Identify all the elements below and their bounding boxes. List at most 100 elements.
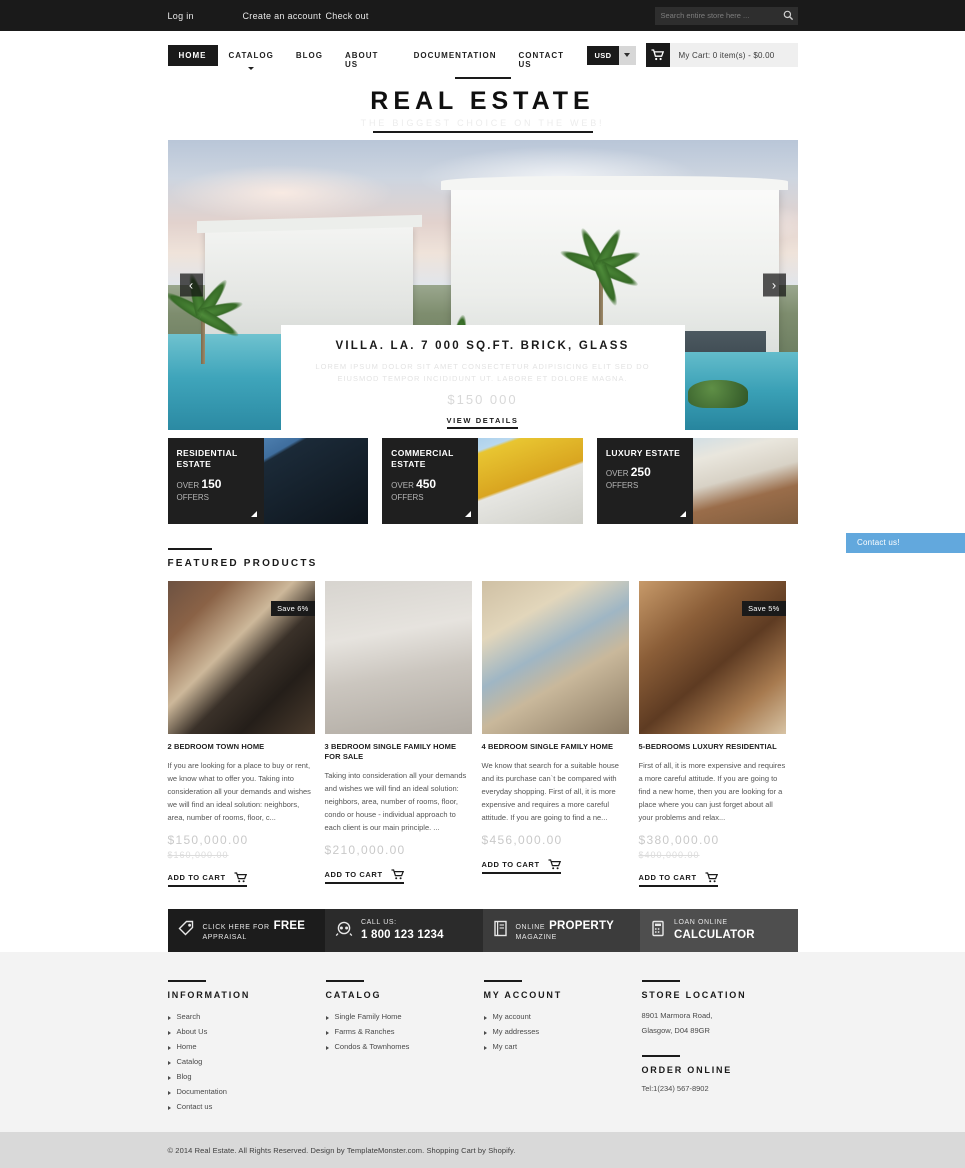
footer-link[interactable]: Contact us (177, 1102, 213, 1111)
hero-caption: VILLA. LA. 7 000 SQ.FT. BRICK, GLASS LOR… (280, 325, 685, 430)
category-offers: OVER 150 OFFERS (177, 477, 255, 503)
infobar-small-text: CALL US: (361, 919, 397, 927)
nav-item-documentation[interactable]: DOCUMENTATION (403, 45, 508, 66)
list-item: About Us (167, 1024, 326, 1039)
footer-link[interactable]: Condos & Townhomes (335, 1042, 410, 1051)
category-over-label: OVER (391, 480, 414, 490)
infobar-item-magazine[interactable]: ONLINE PROPERTY MAGAZINE (482, 909, 640, 953)
search-icon[interactable] (783, 10, 794, 21)
hero-caption-description: LOREM IPSUM DOLOR SIT AMET CONSECTETUR A… (315, 362, 650, 383)
footer-link[interactable]: My addresses (493, 1027, 540, 1036)
product-name[interactable]: 2 BEDROOM TOWN HOME (168, 742, 315, 752)
footer-link[interactable]: Documentation (177, 1087, 227, 1096)
section-rule (483, 980, 522, 983)
category-banner-commercial[interactable]: COMMERCIAL ESTATE OVER 450 OFFERS (382, 438, 583, 524)
magazine-icon (493, 920, 508, 942)
list-item: Contact us (167, 1099, 326, 1114)
product-card[interactable]: Save 6% 2 BEDROOM TOWN HOME If you are l… (167, 581, 315, 888)
site-logo[interactable]: REAL ESTATE THE BIGGEST CHOICE ON THE WE… (168, 71, 798, 133)
footer-link[interactable]: My cart (493, 1042, 518, 1051)
nav-item-home[interactable]: HOME (167, 44, 218, 66)
create-account-link[interactable]: Create an account (243, 11, 326, 21)
product-card[interactable]: Save 5% 5-BEDROOMS LUXURY RESIDENTIAL Fi… (638, 581, 786, 888)
shopping-cart-icon[interactable] (645, 43, 670, 67)
hero-view-details-link[interactable]: VIEW DETAILS (446, 416, 519, 429)
footer-link[interactable]: Search (177, 1012, 201, 1021)
login-link[interactable]: Log in (168, 11, 243, 21)
product-price: $456,000.00 (481, 833, 563, 848)
category-banner-residential[interactable]: RESIDENTIAL ESTATE OVER 150 OFFERS (167, 438, 369, 524)
featured-products-title: FEATURED PRODUCTS (167, 558, 318, 569)
nav-item-contact-us[interactable]: CONTACT US (508, 45, 588, 69)
mini-cart[interactable]: My Cart: 0 item(s) - $0.00 (645, 43, 798, 67)
nav-item-about-us[interactable]: ABOUT US (334, 45, 403, 69)
currency-dropdown-arrow[interactable] (618, 45, 636, 65)
search-box[interactable] (654, 6, 798, 25)
currency-value[interactable]: USD (587, 45, 619, 65)
category-offers-label: OFFERS (391, 492, 424, 502)
product-image[interactable] (481, 581, 629, 734)
add-to-cart-label: ADD TO CART (167, 873, 226, 883)
footer-column-store-location: STORE LOCATION 8901 Marmora Road, Glasgo… (641, 980, 798, 1114)
category-banner-luxury[interactable]: LUXURY ESTATE OVER 250 OFFERS (596, 438, 798, 524)
infobar-item-appraisal[interactable]: CLICK HERE FOR FREE APPRAISAL (167, 909, 325, 953)
hero-prev-button[interactable]: ‹ (179, 273, 203, 297)
footer-link[interactable]: Single Family Home (335, 1012, 402, 1021)
infobar-small-text: ONLINE (515, 924, 546, 932)
footer-column-my-account: MY ACCOUNT My account My addresses My ca… (483, 980, 642, 1114)
category-name: RESIDENTIAL ESTATE (176, 448, 238, 470)
footer-link[interactable]: Home (177, 1042, 197, 1051)
add-to-cart-button[interactable]: ADD TO CART (324, 869, 404, 885)
logo-tagline: THE BIGGEST CHOICE ON THE WEB! (360, 118, 605, 128)
footer-link[interactable]: Farms & Ranches (335, 1027, 395, 1036)
hero-next-button[interactable]: › (762, 273, 786, 297)
product-card[interactable]: 4 BEDROOM SINGLE FAMILY HOME We know tha… (481, 581, 629, 887)
currency-selector[interactable]: USD (587, 45, 636, 65)
section-rule (325, 980, 364, 983)
footer-title: MY ACCOUNT (483, 990, 562, 1001)
category-count: 150 (201, 476, 222, 491)
logo-rule-bottom (372, 131, 593, 133)
infobar-small-text: LOAN ONLINE (674, 919, 728, 927)
add-to-cart-label: ADD TO CART (638, 873, 697, 883)
list-item: Documentation (167, 1084, 326, 1099)
product-name[interactable]: 4 BEDROOM SINGLE FAMILY HOME (482, 742, 629, 752)
footer-column-catalog: CATALOG Single Family Home Farms & Ranch… (325, 980, 484, 1114)
footer-link[interactable]: About Us (177, 1027, 208, 1036)
category-offers: OVER 250 OFFERS (606, 465, 684, 491)
triangle-icon (250, 511, 257, 517)
nav-item-catalog[interactable]: CATALOG (218, 45, 285, 70)
contact-us-tab[interactable]: Contact us! (846, 533, 965, 553)
product-description: We know that search for a suitable house… (481, 760, 619, 823)
cart-summary-text: My Cart: 0 item(s) - $0.00 (678, 50, 775, 60)
footer-link[interactable]: Catalog (177, 1057, 203, 1066)
chevron-down-icon (624, 53, 630, 57)
shopping-cart-icon (705, 872, 718, 883)
product-card[interactable]: 3 BEDROOM SINGLE FAMILY HOME FOR SALE Ta… (324, 581, 472, 887)
footer-link[interactable]: My account (493, 1012, 531, 1021)
discount-badge: Save 6% (271, 601, 315, 616)
nav-item-catalog-label: CATALOG (228, 50, 274, 60)
product-name[interactable]: 5-BEDROOMS LUXURY RESIDENTIAL (639, 742, 786, 752)
product-name[interactable]: 3 BEDROOM SINGLE FAMILY HOME FOR SALE (325, 742, 472, 762)
product-old-price: $400,000.00 (638, 850, 700, 861)
add-to-cart-button[interactable]: ADD TO CART (481, 859, 561, 875)
category-offers-label: OFFERS (605, 481, 639, 491)
product-price: $210,000.00 (324, 843, 406, 858)
infobar-item-call-us[interactable]: CALL US: 1 800 123 1234 (325, 909, 483, 953)
add-to-cart-button[interactable]: ADD TO CART (167, 872, 247, 888)
nav-item-blog[interactable]: BLOG (285, 45, 334, 66)
checkout-link[interactable]: Check out (326, 11, 406, 21)
infobar-item-calculator[interactable]: LOAN ONLINE CALCULATOR (640, 909, 798, 953)
hero-slider[interactable]: ‹ › VILLA. LA. 7 000 SQ.FT. BRICK, GLASS… (167, 140, 798, 430)
add-to-cart-button[interactable]: ADD TO CART (638, 872, 718, 888)
promo-info-bar: CLICK HERE FOR FREE APPRAISAL CALL US: 1… (167, 909, 798, 953)
list-item: Home (167, 1039, 326, 1054)
infobar-big-text: PROPERTY (549, 920, 615, 933)
product-image[interactable] (324, 581, 472, 734)
search-input[interactable] (660, 11, 783, 20)
footer-link[interactable]: Blog (177, 1072, 192, 1081)
category-count: 250 (630, 465, 651, 480)
product-image[interactable]: Save 5% (638, 581, 786, 734)
product-image[interactable]: Save 6% (167, 581, 315, 734)
